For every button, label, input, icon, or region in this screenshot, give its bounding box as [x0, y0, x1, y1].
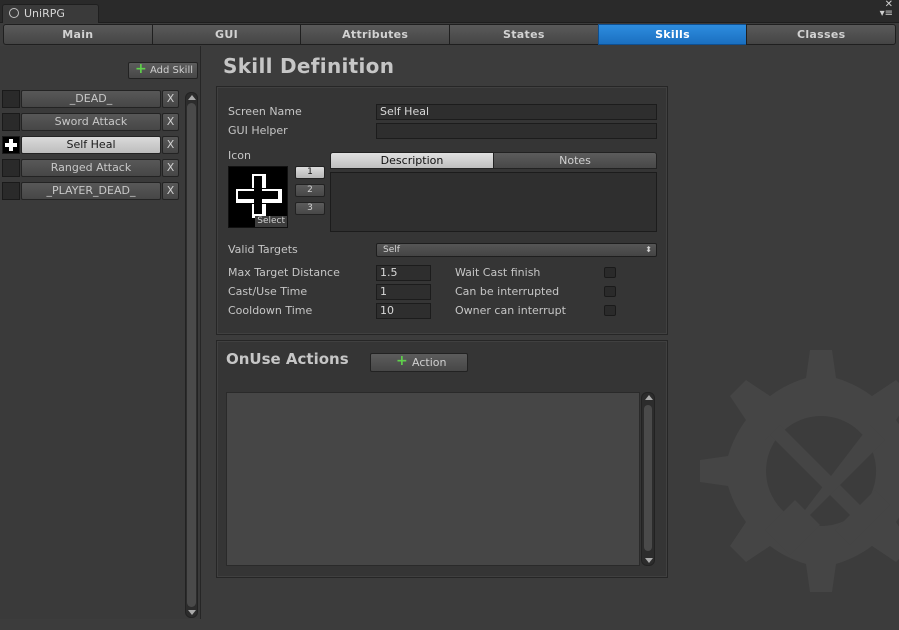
icon-label: Icon	[228, 149, 251, 162]
add-skill-button[interactable]: + Add Skill	[128, 62, 198, 79]
plus-icon: +	[135, 61, 147, 77]
skill-name-button[interactable]: _DEAD_	[21, 90, 161, 108]
delete-skill-button[interactable]: X	[162, 90, 179, 108]
icon-slot-3-button[interactable]: 3	[295, 202, 325, 215]
delete-skill-button[interactable]: X	[162, 136, 179, 154]
valid-targets-value: Self	[383, 245, 400, 255]
delete-skill-button[interactable]: X	[162, 182, 179, 200]
skills-scrollbar[interactable]	[185, 92, 198, 618]
skill-name-button[interactable]: Self Heal	[21, 136, 161, 154]
window-titlebar: UniRPG ✕ ▾≡	[0, 0, 899, 23]
dropdown-caret-icon: ⬍	[645, 245, 652, 254]
cooldown-time-label: Cooldown Time	[228, 304, 313, 317]
tab-description[interactable]: Description	[330, 152, 494, 169]
add-action-button[interactable]: + Action	[370, 353, 468, 372]
tab-classes[interactable]: Classes	[746, 24, 897, 45]
add-action-label: Action	[412, 356, 447, 369]
menu-icon[interactable]: ▾≡	[877, 9, 893, 19]
valid-targets-dropdown[interactable]: Self ⬍	[376, 243, 657, 257]
tab-attributes[interactable]: Attributes	[300, 24, 451, 45]
window-controls: ✕ ▾≡	[877, 0, 893, 20]
window-tab[interactable]: UniRPG	[2, 4, 99, 23]
skill-list-item-selected: Self Heal X	[2, 136, 179, 154]
description-textarea[interactable]	[330, 172, 657, 232]
gear-tools-watermark-icon	[700, 350, 899, 592]
cross-icon-inner-h	[238, 191, 278, 199]
icon-slot-1-button[interactable]: 1	[295, 166, 325, 179]
skill-thumbnail	[2, 90, 20, 108]
scroll-down-arrow-icon[interactable]	[188, 610, 196, 615]
onuse-actions-title: OnUse Actions	[226, 350, 349, 368]
tab-skills[interactable]: Skills	[597, 24, 748, 45]
skills-sidebar: + Add Skill _DEAD_ X Sword Attack X Self…	[0, 46, 201, 619]
owner-can-interrupt-checkbox[interactable]	[604, 305, 616, 316]
window-tab-title: UniRPG	[24, 7, 65, 20]
skill-list-item: _PLAYER_DEAD_ X	[2, 182, 179, 200]
scrollbar-thumb[interactable]	[187, 103, 196, 607]
scrollbar-thumb[interactable]	[644, 405, 652, 551]
actions-scrollbar[interactable]	[641, 392, 655, 566]
cooldown-time-input[interactable]: 10	[376, 303, 431, 319]
can-be-interrupted-checkbox[interactable]	[604, 286, 616, 297]
screen-name-input[interactable]: Self Heal	[376, 104, 657, 120]
actions-list[interactable]	[226, 392, 640, 566]
gui-helper-input[interactable]	[376, 123, 657, 139]
screen-name-label: Screen Name	[228, 105, 302, 118]
main-tabbar: Main GUI Attributes States Skills Classe…	[3, 24, 897, 45]
skill-name-button[interactable]: Sword Attack	[21, 113, 161, 131]
unity-window-icon	[9, 8, 19, 18]
tab-notes[interactable]: Notes	[493, 152, 657, 169]
page-title: Skill Definition	[223, 54, 395, 78]
icon-select-label[interactable]: Select	[255, 216, 287, 227]
tab-main[interactable]: Main	[3, 24, 153, 45]
skill-name-button[interactable]: Ranged Attack	[21, 159, 161, 177]
scroll-up-arrow-icon[interactable]	[645, 395, 653, 400]
scroll-up-arrow-icon[interactable]	[188, 95, 196, 100]
tab-states[interactable]: States	[449, 24, 599, 45]
add-skill-label: Add Skill	[150, 65, 194, 76]
gui-helper-label: GUI Helper	[228, 124, 288, 137]
cast-use-time-label: Cast/Use Time	[228, 285, 308, 298]
plus-icon: +	[396, 353, 408, 369]
can-be-interrupted-label: Can be interrupted	[455, 285, 560, 298]
cast-use-time-input[interactable]: 1	[376, 284, 431, 300]
tab-gui[interactable]: GUI	[151, 24, 302, 45]
owner-can-interrupt-label: Owner can interrupt	[455, 304, 566, 317]
max-target-distance-input[interactable]: 1.5	[376, 265, 431, 281]
valid-targets-label: Valid Targets	[228, 243, 298, 256]
skill-name-button[interactable]: _PLAYER_DEAD_	[21, 182, 161, 200]
skill-list-item: Ranged Attack X	[2, 159, 179, 177]
max-target-distance-label: Max Target Distance	[228, 266, 340, 279]
wait-cast-finish-checkbox[interactable]	[604, 267, 616, 278]
delete-skill-button[interactable]: X	[162, 113, 179, 131]
skill-thumbnail	[2, 159, 20, 177]
skill-thumbnail-cross-icon	[2, 136, 20, 154]
delete-skill-button[interactable]: X	[162, 159, 179, 177]
skill-list-item: _DEAD_ X	[2, 90, 179, 108]
skill-thumbnail	[2, 113, 20, 131]
scroll-down-arrow-icon[interactable]	[645, 558, 653, 563]
skill-list-item: Sword Attack X	[2, 113, 179, 131]
skill-thumbnail	[2, 182, 20, 200]
wait-cast-finish-label: Wait Cast finish	[455, 266, 541, 279]
icon-slot-2-button[interactable]: 2	[295, 184, 325, 197]
skill-icon-picker[interactable]: Select	[228, 166, 288, 228]
